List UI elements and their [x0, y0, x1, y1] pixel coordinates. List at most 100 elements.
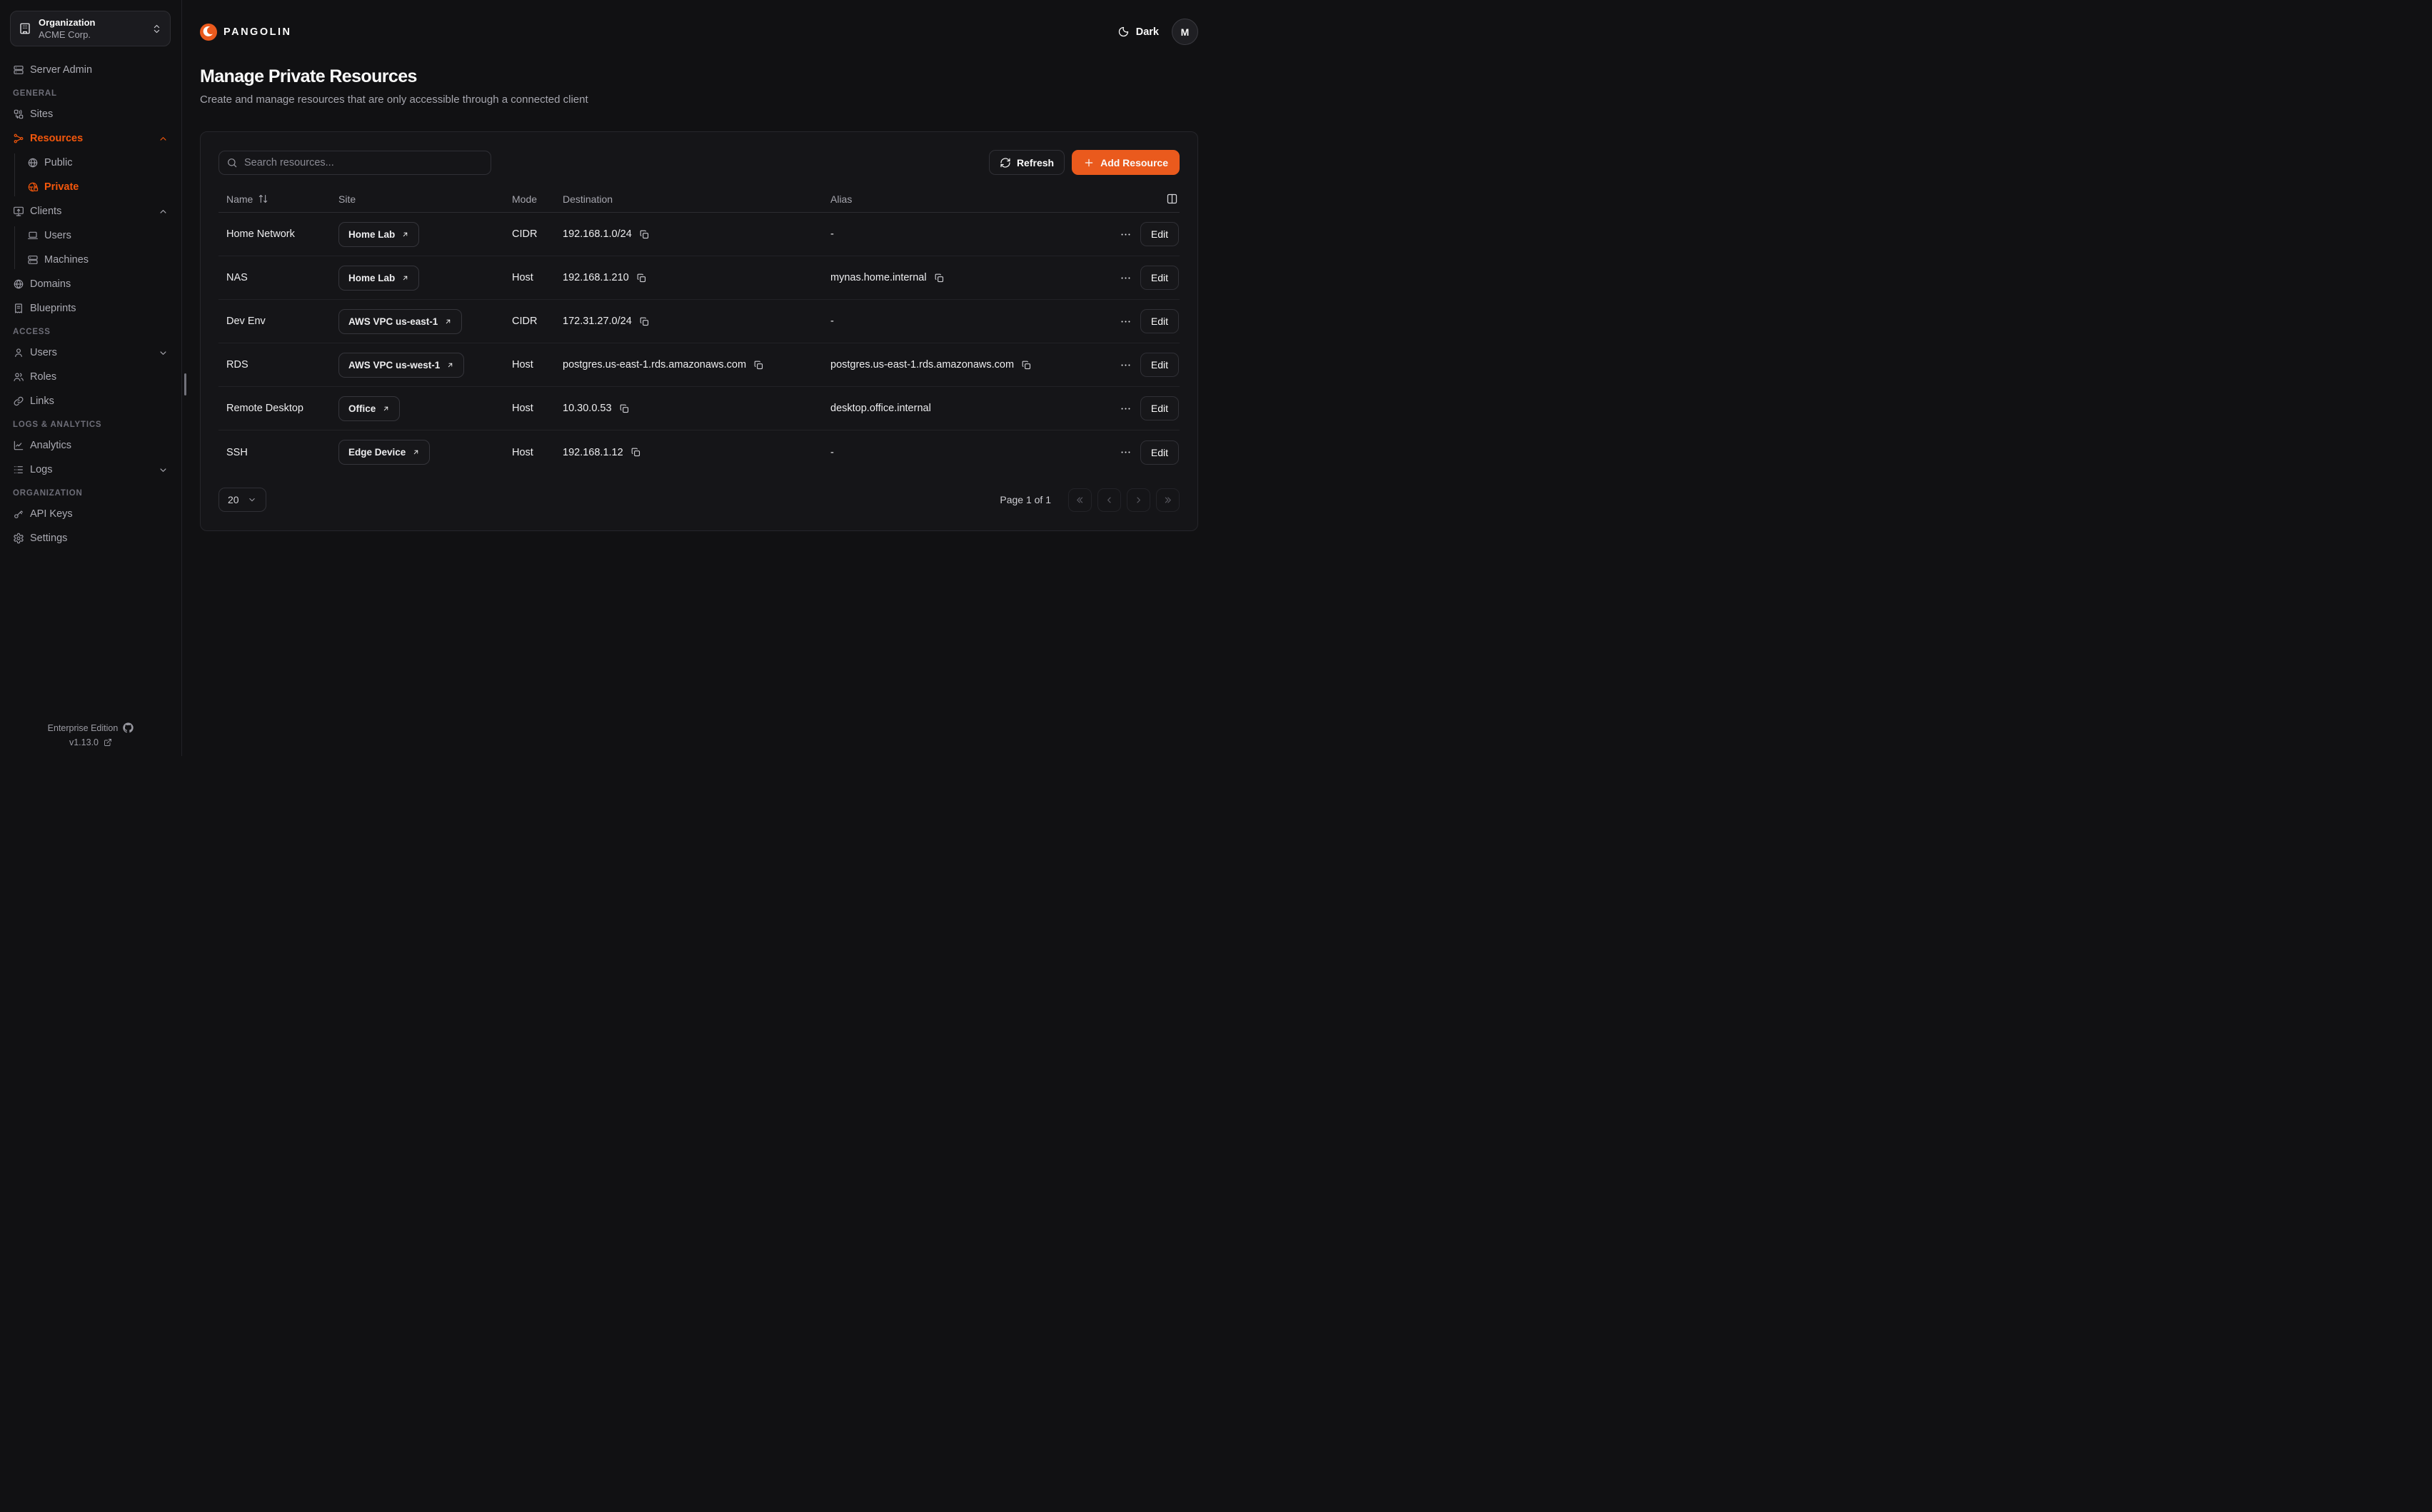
site-link-button[interactable]: AWS VPC us-west-1: [338, 353, 464, 378]
resources-table: NameSiteModeDestinationAlias Home Networ…: [218, 186, 1180, 474]
site-link-button[interactable]: Office: [338, 396, 400, 421]
columns-toggle-button[interactable]: [1166, 193, 1178, 205]
chevron-down-icon: [247, 495, 257, 505]
refresh-button[interactable]: Refresh: [989, 150, 1065, 175]
copy-button[interactable]: [1021, 360, 1032, 371]
copy-button[interactable]: [630, 447, 641, 458]
edit-button[interactable]: Edit: [1140, 309, 1179, 333]
copy-icon: [753, 360, 764, 371]
monitor-up-icon: [13, 206, 24, 217]
ellipsis-icon: [1120, 272, 1132, 284]
site-name: Home Lab: [348, 273, 395, 283]
sidebar-item-clients[interactable]: Clients: [10, 202, 171, 221]
edition-link[interactable]: Enterprise Edition: [0, 722, 181, 733]
arrow-up-right-icon: [401, 274, 409, 282]
resource-mode: CIDR: [504, 228, 555, 240]
pagination: 20 Page 1 of 1: [218, 488, 1180, 512]
row-menu-button[interactable]: [1115, 271, 1136, 286]
list-icon: [13, 464, 24, 475]
copy-icon: [636, 273, 647, 283]
search-input[interactable]: [218, 151, 491, 175]
row-menu-button[interactable]: [1115, 314, 1136, 329]
theme-toggle[interactable]: Dark: [1117, 26, 1159, 38]
sidebar-item-label: Sites: [30, 109, 53, 120]
sidebar-item-label: Analytics: [30, 440, 71, 451]
copy-button[interactable]: [753, 360, 764, 371]
edit-button[interactable]: Edit: [1140, 396, 1179, 420]
sidebar-item-domains[interactable]: Domains: [10, 275, 171, 293]
sidebar-item-machines[interactable]: Machines: [27, 251, 171, 269]
org-selector-label: Organization: [39, 17, 144, 28]
globe-icon: [13, 278, 24, 290]
last-page-button[interactable]: [1156, 488, 1180, 512]
resource-mode: Host: [504, 359, 555, 371]
copy-button[interactable]: [639, 316, 650, 327]
sidebar-item-label: Roles: [30, 371, 56, 383]
column-header-site: Site: [331, 193, 504, 205]
sidebar-item-api-keys[interactable]: API Keys: [10, 505, 171, 523]
edit-button[interactable]: Edit: [1140, 222, 1179, 246]
resources-icon: [13, 133, 24, 144]
sidebar-item-label: Private: [44, 181, 79, 193]
resource-mode: CIDR: [504, 316, 555, 327]
sidebar-item-label: Logs: [30, 464, 52, 475]
sidebar-item-users[interactable]: Users: [27, 226, 171, 245]
sidebar-item-public[interactable]: Public: [27, 153, 171, 172]
sidebar-item-logs[interactable]: Logs: [10, 460, 171, 479]
next-page-button[interactable]: [1127, 488, 1150, 512]
version-link[interactable]: v1.13.0: [0, 737, 181, 747]
site-name: Home Lab: [348, 229, 395, 240]
sidebar-item-settings[interactable]: Settings: [10, 529, 171, 548]
sidebar-item-sites[interactable]: Sites: [10, 105, 171, 124]
resource-name: NAS: [218, 272, 331, 283]
prev-page-button[interactable]: [1097, 488, 1121, 512]
site-name: Office: [348, 403, 376, 414]
sort-name-button[interactable]: [258, 193, 268, 204]
brand-name: PANGOLIN: [223, 26, 291, 38]
sidebar-item-private[interactable]: Private: [27, 178, 171, 196]
row-menu-button[interactable]: [1115, 445, 1136, 460]
sidebar-item-links[interactable]: Links: [10, 392, 171, 410]
building-icon: [19, 22, 31, 35]
copy-button[interactable]: [934, 273, 945, 283]
copy-button[interactable]: [639, 229, 650, 240]
sidebar-item-server-admin[interactable]: Server Admin: [10, 61, 171, 79]
section-label-logs-analytics: LOGS & ANALYTICS: [13, 420, 169, 429]
sidebar-item-analytics[interactable]: Analytics: [10, 436, 171, 455]
page-size-select[interactable]: 20: [218, 488, 266, 512]
resource-alias: -: [830, 447, 834, 458]
org-selector[interactable]: Organization ACME Corp.: [10, 11, 171, 46]
sidebar-resize-handle[interactable]: [184, 373, 186, 395]
edit-button[interactable]: Edit: [1140, 440, 1179, 465]
row-menu-button[interactable]: [1115, 401, 1136, 416]
resource-alias: postgres.us-east-1.rds.amazonaws.com: [830, 359, 1014, 371]
sidebar-item-roles[interactable]: Roles: [10, 368, 171, 386]
row-menu-button[interactable]: [1115, 227, 1136, 242]
chart-icon: [13, 440, 24, 451]
sidebar-item-resources[interactable]: Resources: [10, 129, 171, 148]
sidebar-item-users[interactable]: Users: [10, 343, 171, 362]
first-page-button[interactable]: [1068, 488, 1092, 512]
resource-name: Remote Desktop: [218, 403, 331, 414]
section-label-organization: ORGANIZATION: [13, 489, 169, 498]
edit-button[interactable]: Edit: [1140, 353, 1179, 377]
sidebar-item-blueprints[interactable]: Blueprints: [10, 299, 171, 318]
add-resource-button[interactable]: Add Resource: [1072, 150, 1180, 175]
column-header-alias: Alias: [823, 193, 1065, 205]
copy-icon: [934, 273, 945, 283]
resource-destination: 192.168.1.210: [563, 272, 629, 283]
copy-button[interactable]: [636, 273, 647, 283]
site-name: AWS VPC us-west-1: [348, 360, 440, 371]
avatar[interactable]: M: [1172, 19, 1198, 45]
sidebar-item-label: Machines: [44, 254, 89, 266]
resource-name: Dev Env: [218, 316, 331, 327]
site-link-button[interactable]: Home Lab: [338, 222, 419, 247]
row-menu-button[interactable]: [1115, 358, 1136, 373]
site-link-button[interactable]: Home Lab: [338, 266, 419, 291]
copy-button[interactable]: [619, 403, 630, 414]
site-link-button[interactable]: AWS VPC us-east-1: [338, 309, 462, 334]
edit-button[interactable]: Edit: [1140, 266, 1179, 290]
site-link-button[interactable]: Edge Device: [338, 440, 430, 465]
site-name: Edge Device: [348, 447, 406, 458]
resources-card: Refresh Add Resource NameSiteModeDestina…: [200, 131, 1198, 531]
